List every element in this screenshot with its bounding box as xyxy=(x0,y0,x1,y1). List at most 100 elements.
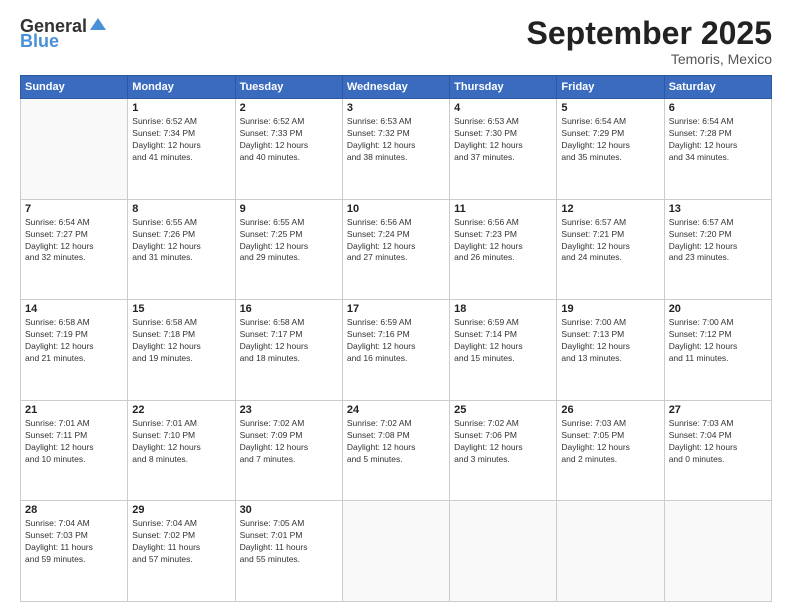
table-row: 4 Sunrise: 6:53 AM Sunset: 7:30 PM Daylig… xyxy=(450,99,557,200)
day-info: Sunrise: 7:04 AM Sunset: 7:02 PM Dayligh… xyxy=(132,518,230,566)
table-row: 9 Sunrise: 6:55 AM Sunset: 7:25 PM Daylig… xyxy=(235,199,342,300)
table-row: 14 Sunrise: 6:58 AM Sunset: 7:19 PM Dayli… xyxy=(21,300,128,401)
table-row: 15 Sunrise: 6:58 AM Sunset: 7:18 PM Dayli… xyxy=(128,300,235,401)
day-info: Sunrise: 6:58 AM Sunset: 7:19 PM Dayligh… xyxy=(25,317,123,365)
table-row: 21Sunrise: 7:01 AM Sunset: 7:11 PM Dayli… xyxy=(21,400,128,501)
day-number: 3 xyxy=(347,102,445,114)
day-number: 8 xyxy=(132,203,230,215)
day-number: 15 xyxy=(132,303,230,315)
day-number: 28 xyxy=(25,504,123,516)
day-number: 17 xyxy=(347,303,445,315)
day-number: 18 xyxy=(454,303,552,315)
calendar-week-row: 7 Sunrise: 6:54 AM Sunset: 7:27 PM Daylig… xyxy=(21,199,772,300)
day-info: Sunrise: 6:52 AM Sunset: 7:33 PM Dayligh… xyxy=(240,116,338,164)
col-friday: Friday xyxy=(557,76,664,99)
col-monday: Monday xyxy=(128,76,235,99)
day-number: 20 xyxy=(669,303,767,315)
day-info: Sunrise: 7:00 AM Sunset: 7:13 PM Dayligh… xyxy=(561,317,659,365)
page: General Blue September 2025 Temoris, Mex… xyxy=(0,0,792,612)
day-number: 24 xyxy=(347,404,445,416)
day-info: Sunrise: 7:02 AM Sunset: 7:09 PM Dayligh… xyxy=(240,418,338,466)
day-info: Sunrise: 6:59 AM Sunset: 7:16 PM Dayligh… xyxy=(347,317,445,365)
col-thursday: Thursday xyxy=(450,76,557,99)
day-number: 10 xyxy=(347,203,445,215)
day-info: Sunrise: 6:55 AM Sunset: 7:25 PM Dayligh… xyxy=(240,217,338,265)
day-info: Sunrise: 6:58 AM Sunset: 7:18 PM Dayligh… xyxy=(132,317,230,365)
day-number: 1 xyxy=(132,102,230,114)
table-row: 22 Sunrise: 7:01 AM Sunset: 7:10 PM Dayli… xyxy=(128,400,235,501)
day-info: Sunrise: 6:57 AM Sunset: 7:20 PM Dayligh… xyxy=(669,217,767,265)
table-row: 27 Sunrise: 7:03 AM Sunset: 7:04 PM Dayli… xyxy=(664,400,771,501)
col-saturday: Saturday xyxy=(664,76,771,99)
table-row: 1 Sunrise: 6:52 AM Sunset: 7:34 PM Daylig… xyxy=(128,99,235,200)
day-info: Sunrise: 7:05 AM Sunset: 7:01 PM Dayligh… xyxy=(240,518,338,566)
table-row: 17 Sunrise: 6:59 AM Sunset: 7:16 PM Dayli… xyxy=(342,300,449,401)
col-sunday: Sunday xyxy=(21,76,128,99)
table-row: 2Sunrise: 6:52 AM Sunset: 7:33 PM Daylig… xyxy=(235,99,342,200)
day-info: Sunrise: 6:56 AM Sunset: 7:23 PM Dayligh… xyxy=(454,217,552,265)
day-info: Sunrise: 6:58 AM Sunset: 7:17 PM Dayligh… xyxy=(240,317,338,365)
table-row xyxy=(557,501,664,602)
calendar-week-row: 1 Sunrise: 6:52 AM Sunset: 7:34 PM Daylig… xyxy=(21,99,772,200)
calendar-week-row: 28 Sunrise: 7:04 AM Sunset: 7:03 PM Dayli… xyxy=(21,501,772,602)
table-row: 8Sunrise: 6:55 AM Sunset: 7:26 PM Daylig… xyxy=(128,199,235,300)
day-info: Sunrise: 7:02 AM Sunset: 7:08 PM Dayligh… xyxy=(347,418,445,466)
table-row: 5 Sunrise: 6:54 AM Sunset: 7:29 PM Daylig… xyxy=(557,99,664,200)
day-number: 26 xyxy=(561,404,659,416)
table-row: 23 Sunrise: 7:02 AM Sunset: 7:09 PM Dayli… xyxy=(235,400,342,501)
calendar-week-row: 14 Sunrise: 6:58 AM Sunset: 7:19 PM Dayli… xyxy=(21,300,772,401)
day-info: Sunrise: 7:00 AM Sunset: 7:12 PM Dayligh… xyxy=(669,317,767,365)
title-section: September 2025 Temoris, Mexico xyxy=(527,16,772,67)
day-number: 29 xyxy=(132,504,230,516)
calendar: Sunday Monday Tuesday Wednesday Thursday… xyxy=(20,75,772,602)
day-info: Sunrise: 6:52 AM Sunset: 7:34 PM Dayligh… xyxy=(132,116,230,164)
day-number: 23 xyxy=(240,404,338,416)
day-info: Sunrise: 7:01 AM Sunset: 7:11 PM Dayligh… xyxy=(25,418,123,466)
day-number: 27 xyxy=(669,404,767,416)
table-row: 3Sunrise: 6:53 AM Sunset: 7:32 PM Daylig… xyxy=(342,99,449,200)
day-info: Sunrise: 7:01 AM Sunset: 7:10 PM Dayligh… xyxy=(132,418,230,466)
table-row: 16Sunrise: 6:58 AM Sunset: 7:17 PM Dayli… xyxy=(235,300,342,401)
day-number: 5 xyxy=(561,102,659,114)
table-row: 6 Sunrise: 6:54 AM Sunset: 7:28 PM Daylig… xyxy=(664,99,771,200)
day-number: 6 xyxy=(669,102,767,114)
table-row xyxy=(342,501,449,602)
logo: General Blue xyxy=(20,16,108,52)
logo-icon xyxy=(88,16,108,36)
day-info: Sunrise: 6:54 AM Sunset: 7:27 PM Dayligh… xyxy=(25,217,123,265)
day-info: Sunrise: 6:54 AM Sunset: 7:29 PM Dayligh… xyxy=(561,116,659,164)
table-row: 30Sunrise: 7:05 AM Sunset: 7:01 PM Dayli… xyxy=(235,501,342,602)
day-number: 25 xyxy=(454,404,552,416)
day-number: 14 xyxy=(25,303,123,315)
day-number: 22 xyxy=(132,404,230,416)
day-number: 12 xyxy=(561,203,659,215)
day-number: 19 xyxy=(561,303,659,315)
table-row: 28 Sunrise: 7:04 AM Sunset: 7:03 PM Dayli… xyxy=(21,501,128,602)
day-info: Sunrise: 6:57 AM Sunset: 7:21 PM Dayligh… xyxy=(561,217,659,265)
day-info: Sunrise: 6:53 AM Sunset: 7:30 PM Dayligh… xyxy=(454,116,552,164)
day-number: 4 xyxy=(454,102,552,114)
table-row: 19 Sunrise: 7:00 AM Sunset: 7:13 PM Dayli… xyxy=(557,300,664,401)
day-number: 9 xyxy=(240,203,338,215)
table-row: 24 Sunrise: 7:02 AM Sunset: 7:08 PM Dayli… xyxy=(342,400,449,501)
month-title: September 2025 xyxy=(527,16,772,51)
day-number: 13 xyxy=(669,203,767,215)
day-number: 11 xyxy=(454,203,552,215)
logo-blue: Blue xyxy=(20,31,59,52)
day-info: Sunrise: 7:02 AM Sunset: 7:06 PM Dayligh… xyxy=(454,418,552,466)
calendar-week-row: 21Sunrise: 7:01 AM Sunset: 7:11 PM Dayli… xyxy=(21,400,772,501)
day-number: 7 xyxy=(25,203,123,215)
day-info: Sunrise: 7:03 AM Sunset: 7:04 PM Dayligh… xyxy=(669,418,767,466)
table-row: 26 Sunrise: 7:03 AM Sunset: 7:05 PM Dayli… xyxy=(557,400,664,501)
header: General Blue September 2025 Temoris, Mex… xyxy=(20,16,772,67)
table-row: 25 Sunrise: 7:02 AM Sunset: 7:06 PM Dayli… xyxy=(450,400,557,501)
day-info: Sunrise: 7:04 AM Sunset: 7:03 PM Dayligh… xyxy=(25,518,123,566)
day-info: Sunrise: 6:54 AM Sunset: 7:28 PM Dayligh… xyxy=(669,116,767,164)
table-row xyxy=(450,501,557,602)
table-row: 20 Sunrise: 7:00 AM Sunset: 7:12 PM Dayli… xyxy=(664,300,771,401)
col-tuesday: Tuesday xyxy=(235,76,342,99)
table-row: 11 Sunrise: 6:56 AM Sunset: 7:23 PM Dayli… xyxy=(450,199,557,300)
table-row xyxy=(664,501,771,602)
day-info: Sunrise: 7:03 AM Sunset: 7:05 PM Dayligh… xyxy=(561,418,659,466)
table-row: 7 Sunrise: 6:54 AM Sunset: 7:27 PM Daylig… xyxy=(21,199,128,300)
